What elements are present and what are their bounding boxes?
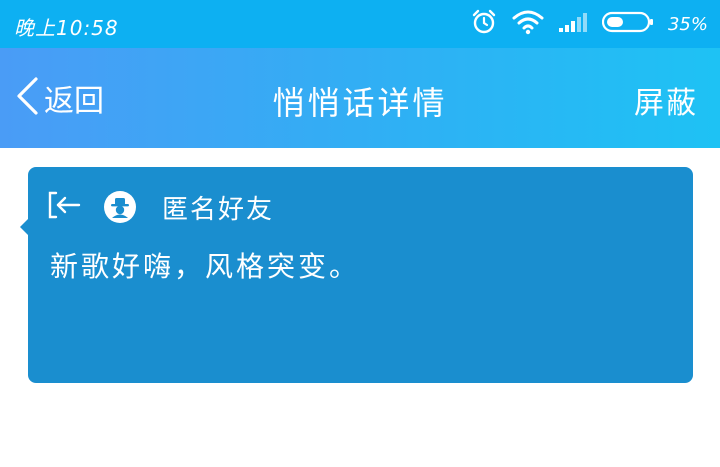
status-time: 晚上10:58 bbox=[14, 16, 119, 40]
navigation-bar: 返回 悄悄话详情 屏蔽 bbox=[0, 48, 720, 148]
status-bar: 晚上10:58 35% bbox=[0, 0, 720, 48]
message-text: 新歌好嗨，风格突变。 bbox=[50, 250, 361, 283]
wifi-icon bbox=[512, 9, 544, 39]
message-header: 匿名好友 bbox=[48, 189, 274, 225]
page-title: 悄悄话详情 bbox=[272, 84, 448, 122]
block-button[interactable]: 屏蔽 bbox=[634, 78, 698, 122]
card-pointer bbox=[20, 219, 28, 235]
status-icons: 35% bbox=[470, 8, 708, 40]
battery-percent: 35% bbox=[667, 13, 708, 35]
signal-icon bbox=[558, 11, 588, 37]
sender-name: 匿名好友 bbox=[162, 194, 275, 225]
message-card: 匿名好友 新歌好嗨，风格突变。 bbox=[20, 167, 693, 383]
alarm-icon bbox=[470, 8, 498, 40]
anonymous-avatar-icon bbox=[104, 191, 136, 223]
battery-icon bbox=[601, 11, 654, 37]
reply-arrow-icon[interactable] bbox=[48, 190, 82, 224]
